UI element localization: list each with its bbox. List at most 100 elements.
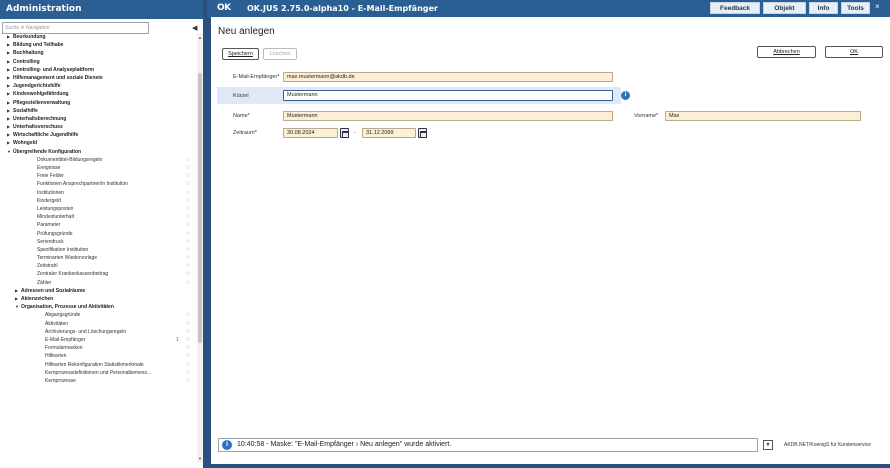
collapsed-arrow-icon[interactable]: ▶ xyxy=(7,123,10,131)
collapsed-arrow-icon[interactable]: ▶ xyxy=(7,49,10,57)
tree-group[interactable]: ▶ Bildung und Teilhabe xyxy=(0,41,196,49)
tree-item[interactable]: Dokumenttitel-Bildungsregeln ☆ xyxy=(0,156,196,164)
favorite-star-icon[interactable]: ☆ xyxy=(185,230,190,238)
favorite-star-icon[interactable]: ☆ xyxy=(185,270,190,278)
scroll-down-icon[interactable]: ▼ xyxy=(198,456,202,461)
tree-group[interactable]: ▶ Wohngeld xyxy=(0,139,196,147)
tree-item[interactable]: Zentraler Krankenkassenbeitrag ☆ xyxy=(0,270,196,278)
tree-item[interactable]: Abgangsgründe ☆ xyxy=(0,311,196,319)
tree-item[interactable]: Kernprozessdefinitionen und Personalbeme… xyxy=(0,369,196,377)
tree-group[interactable]: ▶ Buchhaltung xyxy=(0,49,196,57)
collapsed-arrow-icon[interactable]: ▶ xyxy=(7,99,10,107)
tree-item[interactable]: Zeitstrahl ☆ xyxy=(0,262,196,270)
tree-group[interactable]: ▼ Organisation, Prozesse und Aktivitäten xyxy=(0,303,196,311)
scroll-up-icon[interactable]: ▲ xyxy=(198,35,202,40)
favorite-star-icon[interactable]: ☆ xyxy=(185,352,190,360)
vorname-field[interactable]: Max xyxy=(665,111,861,121)
calendar-icon[interactable] xyxy=(418,128,427,138)
status-dropdown-icon[interactable]: ▼ xyxy=(763,440,773,450)
favorite-star-icon[interactable]: ☆ xyxy=(185,156,190,164)
tree-item[interactable]: Hilfearten ☆ xyxy=(0,352,196,360)
collapsed-arrow-icon[interactable]: ▶ xyxy=(15,295,18,303)
collapsed-arrow-icon[interactable]: ▶ xyxy=(15,287,18,295)
tree-item[interactable]: Parameter ☆ xyxy=(0,221,196,229)
favorite-star-icon[interactable]: ☆ xyxy=(185,221,190,229)
favorite-star-icon[interactable]: ☆ xyxy=(185,361,190,369)
name-field[interactable]: Mustermann xyxy=(283,111,613,121)
collapsed-arrow-icon[interactable]: ▶ xyxy=(7,66,10,74)
tree-item[interactable]: Zähler ☆ xyxy=(0,279,196,287)
tree-item[interactable]: Leistungsposten ☆ xyxy=(0,205,196,213)
favorite-star-icon[interactable]: ☆ xyxy=(185,172,190,180)
tree-group[interactable]: ▶ Pflegestellenverwaltung xyxy=(0,99,196,107)
tree-group[interactable]: ▼ Übergreifende Konfiguration xyxy=(0,148,196,156)
expanded-arrow-icon[interactable]: ▼ xyxy=(15,303,19,311)
delete-button[interactable]: Löschen xyxy=(263,48,297,60)
tree-group[interactable]: ▶ Kindeswohlgefährdung xyxy=(0,90,196,98)
collapsed-arrow-icon[interactable]: ▶ xyxy=(7,74,10,82)
tree-item[interactable]: Institutionen ☆ xyxy=(0,189,196,197)
tree-item[interactable]: Kernprozesse ☆ xyxy=(0,377,196,385)
zeitraum-to-field[interactable]: 31.12.2099 xyxy=(362,128,416,138)
favorite-star-icon[interactable]: ☆ xyxy=(185,213,190,221)
objekt-button[interactable]: Objekt xyxy=(763,2,806,14)
tree-item[interactable]: Archivierungs- und Löschungsregeln ☆ xyxy=(0,328,196,336)
collapsed-arrow-icon[interactable]: ▶ xyxy=(7,107,10,115)
favorite-star-icon[interactable]: ☆ xyxy=(185,279,190,287)
tree-group[interactable]: ▶ Wirtschaftliche Jugendhilfe xyxy=(0,131,196,139)
info-icon[interactable]: i xyxy=(621,91,630,100)
collapsed-arrow-icon[interactable]: ▶ xyxy=(7,131,10,139)
tree-item[interactable]: Seriendruck ☆ xyxy=(0,238,196,246)
tree-group[interactable]: ▶ Controlling- und Analyseplattform xyxy=(0,66,196,74)
collapsed-arrow-icon[interactable]: ▶ xyxy=(7,82,10,90)
tree-group[interactable]: ▶ Jugendgerichtshilfe xyxy=(0,82,196,90)
tree-item[interactable]: Hilfearten Rekonfiguration Statistikmerk… xyxy=(0,361,196,369)
collapsed-arrow-icon[interactable]: ▶ xyxy=(7,90,10,98)
tree-group[interactable]: ▶ Unterhaltsberechnung xyxy=(0,115,196,123)
favorite-star-icon[interactable]: ☆ xyxy=(185,336,190,344)
tree-item[interactable]: Spezifikation Institution ☆ xyxy=(0,246,196,254)
favorite-star-icon[interactable]: ☆ xyxy=(185,262,190,270)
favorite-star-icon[interactable]: ☆ xyxy=(185,189,190,197)
collapsed-arrow-icon[interactable]: ▶ xyxy=(7,139,10,147)
cancel-button[interactable]: Abbrechen xyxy=(757,46,816,58)
tree-group[interactable]: ▶ Hilfemanagement und soziale Dienste xyxy=(0,74,196,82)
feedback-button[interactable]: Feedback xyxy=(710,2,760,14)
tree-group[interactable]: ▶ Unterhaltsvorschuss xyxy=(0,123,196,131)
ok-button[interactable]: OK xyxy=(825,46,883,58)
tree-item[interactable]: Prüfungsgründe ☆ xyxy=(0,230,196,238)
tree-item[interactable]: Freie Felder ☆ xyxy=(0,172,196,180)
favorite-star-icon[interactable]: ☆ xyxy=(185,328,190,336)
tree-group[interactable]: ▶ Beurkundung xyxy=(0,33,196,41)
tree-item[interactable]: Aktivitäten ☆ xyxy=(0,320,196,328)
navigation-scrollbar[interactable]: ▲ ▼ xyxy=(197,33,203,463)
tree-group[interactable]: ▶ Controlling xyxy=(0,58,196,66)
collapsed-arrow-icon[interactable]: ▶ xyxy=(7,33,10,41)
favorite-star-icon[interactable]: ☆ xyxy=(185,246,190,254)
collapsed-arrow-icon[interactable]: ▶ xyxy=(7,41,10,49)
favorite-star-icon[interactable]: ☆ xyxy=(185,180,190,188)
expanded-arrow-icon[interactable]: ▼ xyxy=(7,148,11,156)
favorite-star-icon[interactable]: ☆ xyxy=(185,254,190,262)
scrollbar-thumb[interactable] xyxy=(198,73,202,343)
favorite-star-icon[interactable]: ☆ xyxy=(185,344,190,352)
save-button[interactable]: Speichern xyxy=(222,48,259,60)
favorite-star-icon[interactable]: ☆ xyxy=(185,369,190,377)
favorite-star-icon[interactable]: ☆ xyxy=(185,320,190,328)
tree-group[interactable]: ▶ Sozialhilfe xyxy=(0,107,196,115)
favorite-star-icon[interactable]: ☆ xyxy=(185,311,190,319)
favorite-star-icon[interactable]: ☆ xyxy=(185,164,190,172)
collapse-panel-icon[interactable]: ◀ xyxy=(192,24,197,32)
tree-item[interactable]: Formularmasken ☆ xyxy=(0,344,196,352)
tree-item[interactable]: Kindergeld ☆ xyxy=(0,197,196,205)
zeitraum-from-field[interactable]: 30.08.2024 xyxy=(283,128,338,138)
info-button[interactable]: Info xyxy=(809,2,838,14)
tree-item[interactable]: E-Mail-Empfänger 1 ☆ xyxy=(0,336,196,344)
tree-item[interactable]: Mindestunterhalt ☆ xyxy=(0,213,196,221)
tools-button[interactable]: Tools xyxy=(841,2,870,14)
favorite-star-icon[interactable]: ☆ xyxy=(185,205,190,213)
tree-group[interactable]: ▶ Adressen und Sozialräume xyxy=(0,287,196,295)
favorite-star-icon[interactable]: ☆ xyxy=(185,197,190,205)
favorite-star-icon[interactable]: ☆ xyxy=(185,377,190,385)
tree-item[interactable]: Funktionen Ansprechpartner/in Institutio… xyxy=(0,180,196,188)
